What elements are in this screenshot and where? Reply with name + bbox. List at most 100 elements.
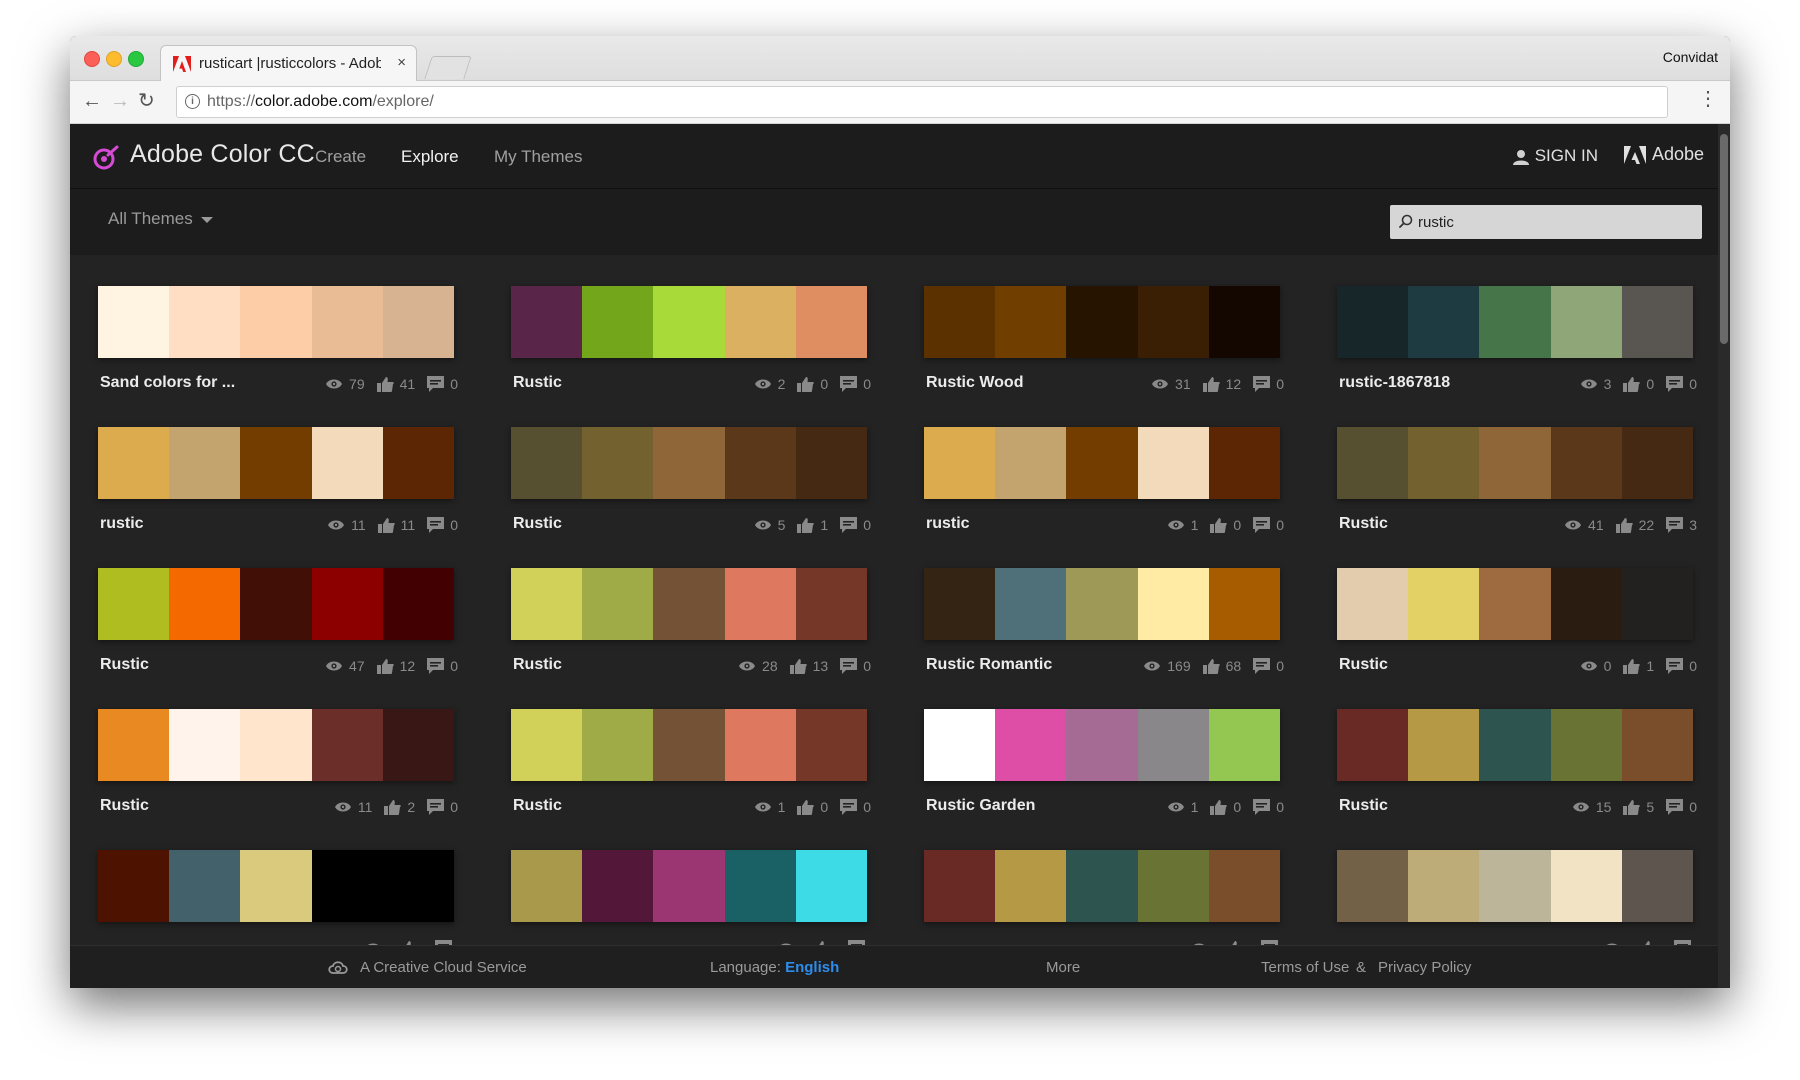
comments-stat[interactable]: 0	[1253, 799, 1284, 815]
color-swatch[interactable]	[924, 286, 996, 358]
likes-stat[interactable]: 41	[376, 376, 415, 392]
theme-card[interactable]: Rustic 47 12 0	[98, 568, 458, 684]
theme-title[interactable]: Rustic	[100, 797, 149, 815]
color-swatch[interactable]	[169, 427, 241, 499]
comments-stat[interactable]: 0	[840, 799, 871, 815]
color-swatch[interactable]	[382, 850, 455, 922]
comments-stat[interactable]: 0	[840, 658, 871, 674]
color-swatch[interactable]	[240, 286, 312, 358]
theme-title[interactable]: Rustic Garden	[926, 797, 1035, 815]
color-swatch[interactable]	[1408, 709, 1480, 781]
palette-swatches[interactable]	[924, 286, 1281, 358]
comments-stat[interactable]: 0	[1253, 376, 1284, 392]
adobe-color-logo-icon[interactable]	[92, 144, 120, 172]
theme-title[interactable]: Rustic Romantic	[926, 656, 1052, 674]
color-swatch[interactable]	[582, 286, 654, 358]
maximize-window-button[interactable]	[128, 51, 144, 67]
comments-stat[interactable]: 0	[1253, 517, 1284, 533]
palette-swatches[interactable]	[1337, 568, 1694, 640]
theme-card[interactable]: Rustic Garden 1 0 0	[924, 709, 1284, 825]
comments-stat[interactable]: 0	[840, 376, 871, 392]
scrollbar-thumb[interactable]	[1720, 134, 1728, 344]
palette-swatches[interactable]	[924, 709, 1281, 781]
comments-stat[interactable]: 0	[1666, 376, 1697, 392]
likes-stat[interactable]: 12	[376, 658, 415, 674]
color-swatch[interactable]	[169, 286, 241, 358]
theme-card[interactable]: Rustic 5 1 0	[511, 427, 871, 543]
color-swatch[interactable]	[1137, 427, 1209, 499]
color-swatch[interactable]	[1550, 427, 1622, 499]
comments-stat[interactable]: 0	[427, 376, 458, 392]
color-swatch[interactable]	[1408, 850, 1480, 922]
color-swatch[interactable]	[511, 427, 583, 499]
color-swatch[interactable]	[382, 568, 455, 640]
close-window-button[interactable]	[84, 51, 100, 67]
likes-stat[interactable]: 22	[1615, 517, 1654, 533]
color-swatch[interactable]	[1621, 568, 1694, 640]
color-swatch[interactable]	[311, 568, 383, 640]
site-info-icon[interactable]: i	[185, 94, 200, 109]
theme-card[interactable]: Rustic Romantic 169 68 0	[924, 568, 1284, 684]
color-swatch[interactable]	[240, 568, 312, 640]
comments-stat[interactable]: 0	[840, 517, 871, 533]
likes-stat[interactable]: 0	[1210, 799, 1241, 815]
theme-title[interactable]: Sand colors for ...	[100, 374, 235, 392]
comments-stat[interactable]: 0	[427, 517, 458, 533]
color-swatch[interactable]	[382, 427, 455, 499]
color-swatch[interactable]	[924, 427, 996, 499]
theme-card[interactable]: Rustic 2 0 0	[511, 286, 871, 402]
color-swatch[interactable]	[1479, 568, 1551, 640]
likes-stat[interactable]: 1	[797, 517, 828, 533]
likes-stat[interactable]: 0	[797, 376, 828, 392]
theme-title[interactable]: rustic	[100, 515, 144, 533]
theme-card[interactable]: Rustic 11 2 0	[98, 709, 458, 825]
palette-swatches[interactable]	[511, 286, 868, 358]
color-swatch[interactable]	[1066, 286, 1138, 358]
theme-title[interactable]: Rustic	[1339, 515, 1388, 533]
theme-title[interactable]: rustic-1867818	[1339, 374, 1450, 392]
page-scrollbar[interactable]	[1718, 124, 1730, 988]
color-swatch[interactable]	[1479, 709, 1551, 781]
color-swatch[interactable]	[653, 427, 725, 499]
likes-stat[interactable]: 0	[1210, 517, 1241, 533]
color-swatch[interactable]	[382, 286, 455, 358]
nav-explore[interactable]: Explore	[401, 147, 459, 167]
color-swatch[interactable]	[511, 286, 583, 358]
palette-swatches[interactable]	[511, 427, 868, 499]
color-swatch[interactable]	[311, 427, 383, 499]
color-swatch[interactable]	[1621, 850, 1694, 922]
color-swatch[interactable]	[724, 850, 796, 922]
comments-stat[interactable]: 0	[1253, 658, 1284, 674]
color-swatch[interactable]	[311, 709, 383, 781]
palette-swatches[interactable]	[98, 709, 455, 781]
comments-stat[interactable]: 0	[1666, 799, 1697, 815]
color-swatch[interactable]	[1479, 286, 1551, 358]
url-text[interactable]: https://color.adobe.com/explore/	[207, 93, 434, 111]
color-swatch[interactable]	[995, 286, 1067, 358]
color-swatch[interactable]	[1621, 709, 1694, 781]
palette-swatches[interactable]	[511, 709, 868, 781]
color-swatch[interactable]	[724, 286, 796, 358]
color-swatch[interactable]	[1208, 286, 1281, 358]
color-swatch[interactable]	[653, 709, 725, 781]
color-swatch[interactable]	[382, 709, 455, 781]
color-swatch[interactable]	[98, 709, 170, 781]
color-swatch[interactable]	[169, 568, 241, 640]
theme-card[interactable]: Rustic Wood 31 12 0	[924, 286, 1284, 402]
terms-of-use-link[interactable]: Terms of Use	[1261, 959, 1349, 976]
theme-title[interactable]: Rustic	[513, 515, 562, 533]
color-swatch[interactable]	[311, 286, 383, 358]
palette-swatches[interactable]	[98, 286, 455, 358]
color-swatch[interactable]	[724, 427, 796, 499]
color-swatch[interactable]	[1208, 568, 1281, 640]
palette-swatches[interactable]	[98, 850, 455, 922]
color-swatch[interactable]	[724, 709, 796, 781]
privacy-policy-link[interactable]: Privacy Policy	[1378, 959, 1471, 976]
theme-title[interactable]: Rustic	[513, 374, 562, 392]
theme-card[interactable]	[924, 850, 1281, 945]
search-input[interactable]	[1418, 210, 1688, 234]
color-swatch[interactable]	[995, 427, 1067, 499]
palette-swatches[interactable]	[1337, 286, 1694, 358]
color-swatch[interactable]	[1066, 568, 1138, 640]
palette-swatches[interactable]	[924, 427, 1281, 499]
